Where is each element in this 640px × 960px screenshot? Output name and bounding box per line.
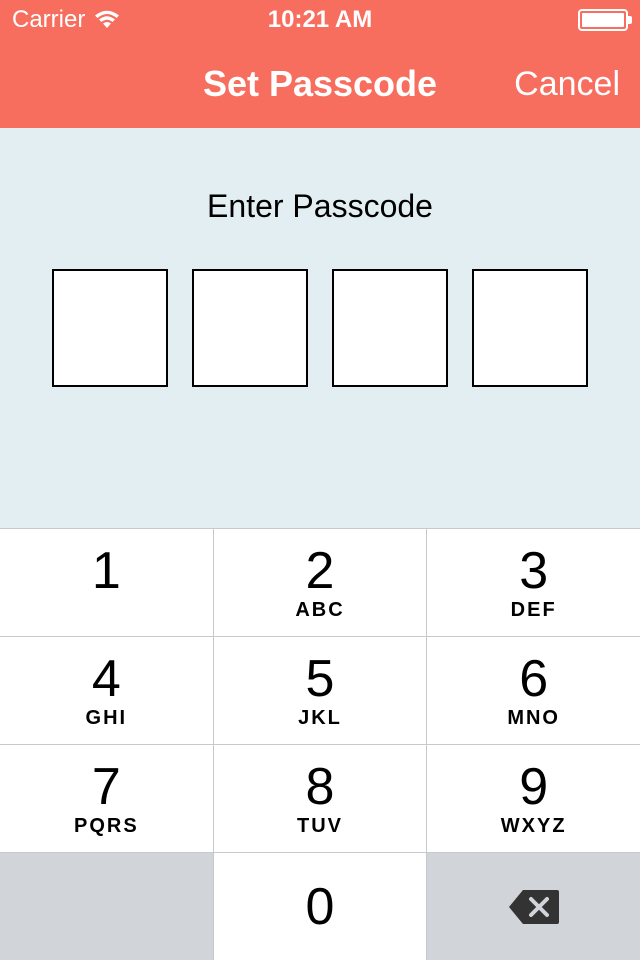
battery-icon — [578, 9, 628, 31]
nav-bar: Set Passcode Cancel — [0, 40, 640, 128]
key-0[interactable]: 0 — [214, 853, 427, 960]
wifi-icon — [93, 10, 121, 30]
backspace-icon — [507, 888, 561, 926]
backspace-button[interactable] — [427, 853, 640, 960]
key-blank — [0, 853, 213, 960]
key-4[interactable]: 4 GHI — [0, 637, 213, 744]
numeric-keypad: 1 2 ABC 3 DEF 4 GHI 5 JKL 6 MNO 7 PQRS 8… — [0, 528, 640, 960]
key-digit: 5 — [306, 653, 335, 705]
passcode-box-1 — [52, 269, 168, 387]
key-letters: PQRS — [74, 815, 139, 837]
passcode-boxes — [52, 269, 588, 387]
key-digit: 8 — [306, 761, 335, 813]
key-letters: JKL — [298, 707, 342, 729]
key-letters: GHI — [86, 707, 128, 729]
key-8[interactable]: 8 TUV — [214, 745, 427, 852]
cancel-button[interactable]: Cancel — [514, 65, 620, 104]
key-7[interactable]: 7 PQRS — [0, 745, 213, 852]
key-2[interactable]: 2 ABC — [214, 529, 427, 636]
key-digit: 2 — [306, 545, 335, 597]
key-digit: 1 — [92, 545, 121, 597]
key-digit: 7 — [92, 761, 121, 813]
key-digit: 6 — [519, 653, 548, 705]
status-right — [578, 9, 628, 31]
status-left: Carrier — [12, 6, 121, 34]
page-title: Set Passcode — [203, 63, 437, 105]
key-letters: DEF — [511, 599, 557, 621]
key-3[interactable]: 3 DEF — [427, 529, 640, 636]
key-digit: 3 — [519, 545, 548, 597]
key-letters: TUV — [297, 815, 343, 837]
passcode-box-4 — [472, 269, 588, 387]
content-area: Enter Passcode — [0, 128, 640, 528]
key-letters: ABC — [295, 599, 344, 621]
key-5[interactable]: 5 JKL — [214, 637, 427, 744]
key-letters: WXYZ — [501, 815, 567, 837]
key-letters: MNO — [507, 707, 560, 729]
key-9[interactable]: 9 WXYZ — [427, 745, 640, 852]
key-digit: 9 — [519, 761, 548, 813]
key-6[interactable]: 6 MNO — [427, 637, 640, 744]
passcode-box-2 — [192, 269, 308, 387]
carrier-label: Carrier — [12, 6, 85, 34]
key-digit: 4 — [92, 653, 121, 705]
key-1[interactable]: 1 — [0, 529, 213, 636]
prompt-label: Enter Passcode — [207, 188, 433, 225]
passcode-box-3 — [332, 269, 448, 387]
status-bar: Carrier 10:21 AM — [0, 0, 640, 40]
key-digit: 0 — [306, 881, 335, 933]
